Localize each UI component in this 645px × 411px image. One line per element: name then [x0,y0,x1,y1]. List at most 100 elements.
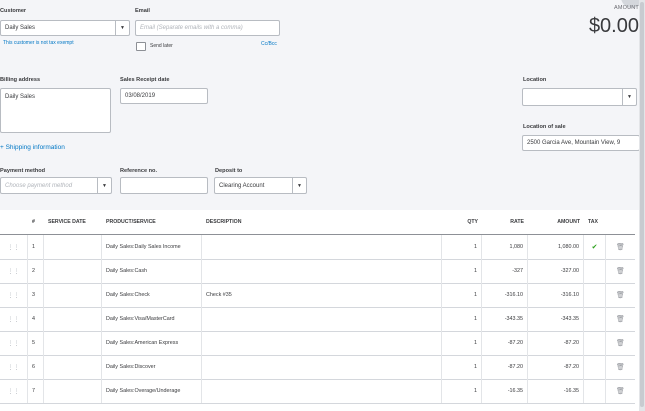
receipt-date-field[interactable]: 03/08/2019 [120,88,208,104]
cc-bcc-link[interactable]: Cc/Bcc [261,41,277,47]
header-service-date: SERVICE DATE [48,219,86,225]
chevron-down-icon[interactable]: ▼ [115,21,129,35]
receipt-date-label: Sales Receipt date [120,77,170,83]
reference-field[interactable] [120,177,208,194]
row-service-date[interactable] [44,355,102,379]
row-rate[interactable]: -87.20 [482,355,528,379]
drag-handle-icon[interactable]: ⋮⋮ [8,340,20,347]
scrollbar[interactable] [639,0,645,411]
row-service-date[interactable] [44,235,102,259]
email-field[interactable]: Email (Separate emails with a comma) [135,20,280,36]
row-description[interactable] [202,259,442,283]
delete-line-icon[interactable]: 🗑 [616,387,625,395]
amount-label: AMOUNT [613,5,639,11]
chevron-down-icon[interactable]: ▼ [622,89,636,105]
row-service-date[interactable] [44,331,102,355]
drag-handle-icon[interactable]: ⋮⋮ [8,388,20,395]
location-select[interactable]: ▼ [522,88,637,106]
send-later-checkbox[interactable] [136,42,146,51]
header-amount: AMOUNT [557,219,580,225]
tax-exempt-link[interactable]: This customer is not tax exempt [3,40,74,46]
scrollbar-thumb[interactable] [640,2,644,407]
row-amount[interactable]: 1,080.00 [528,235,584,259]
drag-handle-icon[interactable]: ⋮⋮ [8,364,20,371]
reference-label: Reference no. [120,168,157,174]
row-rate[interactable]: -327 [482,259,528,283]
row-qty[interactable]: 1 [442,259,482,283]
send-later-label: Send later [150,43,173,49]
row-qty[interactable]: 1 [442,283,482,307]
row-product[interactable]: Daily Sales:Cash [102,259,202,283]
location-of-sale-field[interactable]: 2500 Garcia Ave, Mountain View, 9 [522,135,640,151]
delete-line-icon[interactable]: 🗑 [616,363,625,371]
row-product[interactable]: Daily Sales:Discover [102,355,202,379]
customer-select[interactable]: Daily Sales ▼ [0,20,130,36]
delete-line-icon[interactable]: 🗑 [616,267,625,275]
delete-line-icon[interactable]: 🗑 [616,243,625,251]
amount-total: $0.00 [588,15,639,37]
location-of-sale-value: 2500 Garcia Ave, Mountain View, 9 [527,140,621,146]
payment-method-label: Payment method [0,168,46,174]
row-description[interactable] [202,331,442,355]
row-num: 7 [28,379,44,403]
chevron-down-icon[interactable]: ▼ [292,178,306,193]
delete-line-icon[interactable]: 🗑 [616,339,625,347]
table-row[interactable]: ⋮⋮ 5 Daily Sales:American Express 1 -87.20 -8… [0,331,645,355]
table-row[interactable]: ⋮⋮ 4 Daily Sales:Visa/MasterCard 1 -343.35 -3… [0,307,645,331]
chevron-down-icon[interactable]: ▼ [97,178,111,193]
row-description[interactable] [202,307,442,331]
row-amount[interactable]: -343.35 [528,307,584,331]
header-product: PRODUCT/SERVICE [106,219,156,225]
header-qty: QTY [467,219,478,225]
drag-handle-icon[interactable]: ⋮⋮ [8,268,20,275]
row-rate[interactable]: -87.20 [482,331,528,355]
table-row[interactable]: ⋮⋮ 2 Daily Sales:Cash 1 -327 -327.00 🗑 [0,259,645,283]
row-product[interactable]: Daily Sales:Check [102,283,202,307]
row-rate[interactable]: -316.10 [482,283,528,307]
location-label: Location [523,77,547,83]
row-product[interactable]: Daily Sales:American Express [102,331,202,355]
row-description[interactable] [202,379,442,403]
table-row[interactable]: ⋮⋮ 6 Daily Sales:Discover 1 -87.20 -87.20 🗑 [0,355,645,379]
table-row[interactable]: ⋮⋮ 3 Daily Sales:Check Check #35 1 -316.10 -31… [0,283,645,307]
table-row[interactable]: ⋮⋮ 7 Daily Sales:Overage/Underage 1 -16.35 -1… [0,379,645,403]
row-amount[interactable]: -327.00 [528,259,584,283]
payment-method-select[interactable]: Choose payment method ▼ [0,177,112,194]
row-service-date[interactable] [44,259,102,283]
row-amount[interactable]: -87.20 [528,331,584,355]
customer-value: Daily Sales [5,25,36,31]
row-service-date[interactable] [44,307,102,331]
row-qty[interactable]: 1 [442,235,482,259]
row-description[interactable] [202,235,442,259]
row-rate[interactable]: -343.35 [482,307,528,331]
row-qty[interactable]: 1 [442,307,482,331]
row-description[interactable] [202,355,442,379]
row-rate[interactable]: -16.35 [482,379,528,403]
billing-address-field[interactable]: Daily Sales [0,88,111,133]
row-qty[interactable]: 1 [442,331,482,355]
row-amount[interactable]: -87.20 [528,355,584,379]
row-num: 2 [28,259,44,283]
row-rate[interactable]: 1,080 [482,235,528,259]
row-product[interactable]: Daily Sales:Daily Sales Income [102,235,202,259]
row-service-date[interactable] [44,379,102,403]
row-qty[interactable]: 1 [442,379,482,403]
tax-check-icon[interactable]: ✔ [592,243,598,251]
receipt-form: Customer Daily Sales ▼ This customer is … [0,0,645,210]
row-description[interactable]: Check #35 [202,283,442,307]
row-service-date[interactable] [44,283,102,307]
row-amount[interactable]: -316.10 [528,283,584,307]
row-product[interactable]: Daily Sales:Overage/Underage [102,379,202,403]
drag-handle-icon[interactable]: ⋮⋮ [8,292,20,299]
email-placeholder: Email (Separate emails with a comma) [140,25,243,31]
shipping-information-link[interactable]: + Shipping information [0,144,65,151]
drag-handle-icon[interactable]: ⋮⋮ [8,244,20,251]
delete-line-icon[interactable]: 🗑 [616,291,625,299]
deposit-to-select[interactable]: Clearing Account ▼ [214,177,307,194]
row-amount[interactable]: -16.35 [528,379,584,403]
table-row[interactable]: ⋮⋮ 1 Daily Sales:Daily Sales Income 1 1,080 1… [0,235,645,259]
delete-line-icon[interactable]: 🗑 [616,315,625,323]
row-product[interactable]: Daily Sales:Visa/MasterCard [102,307,202,331]
row-qty[interactable]: 1 [442,355,482,379]
drag-handle-icon[interactable]: ⋮⋮ [8,316,20,323]
